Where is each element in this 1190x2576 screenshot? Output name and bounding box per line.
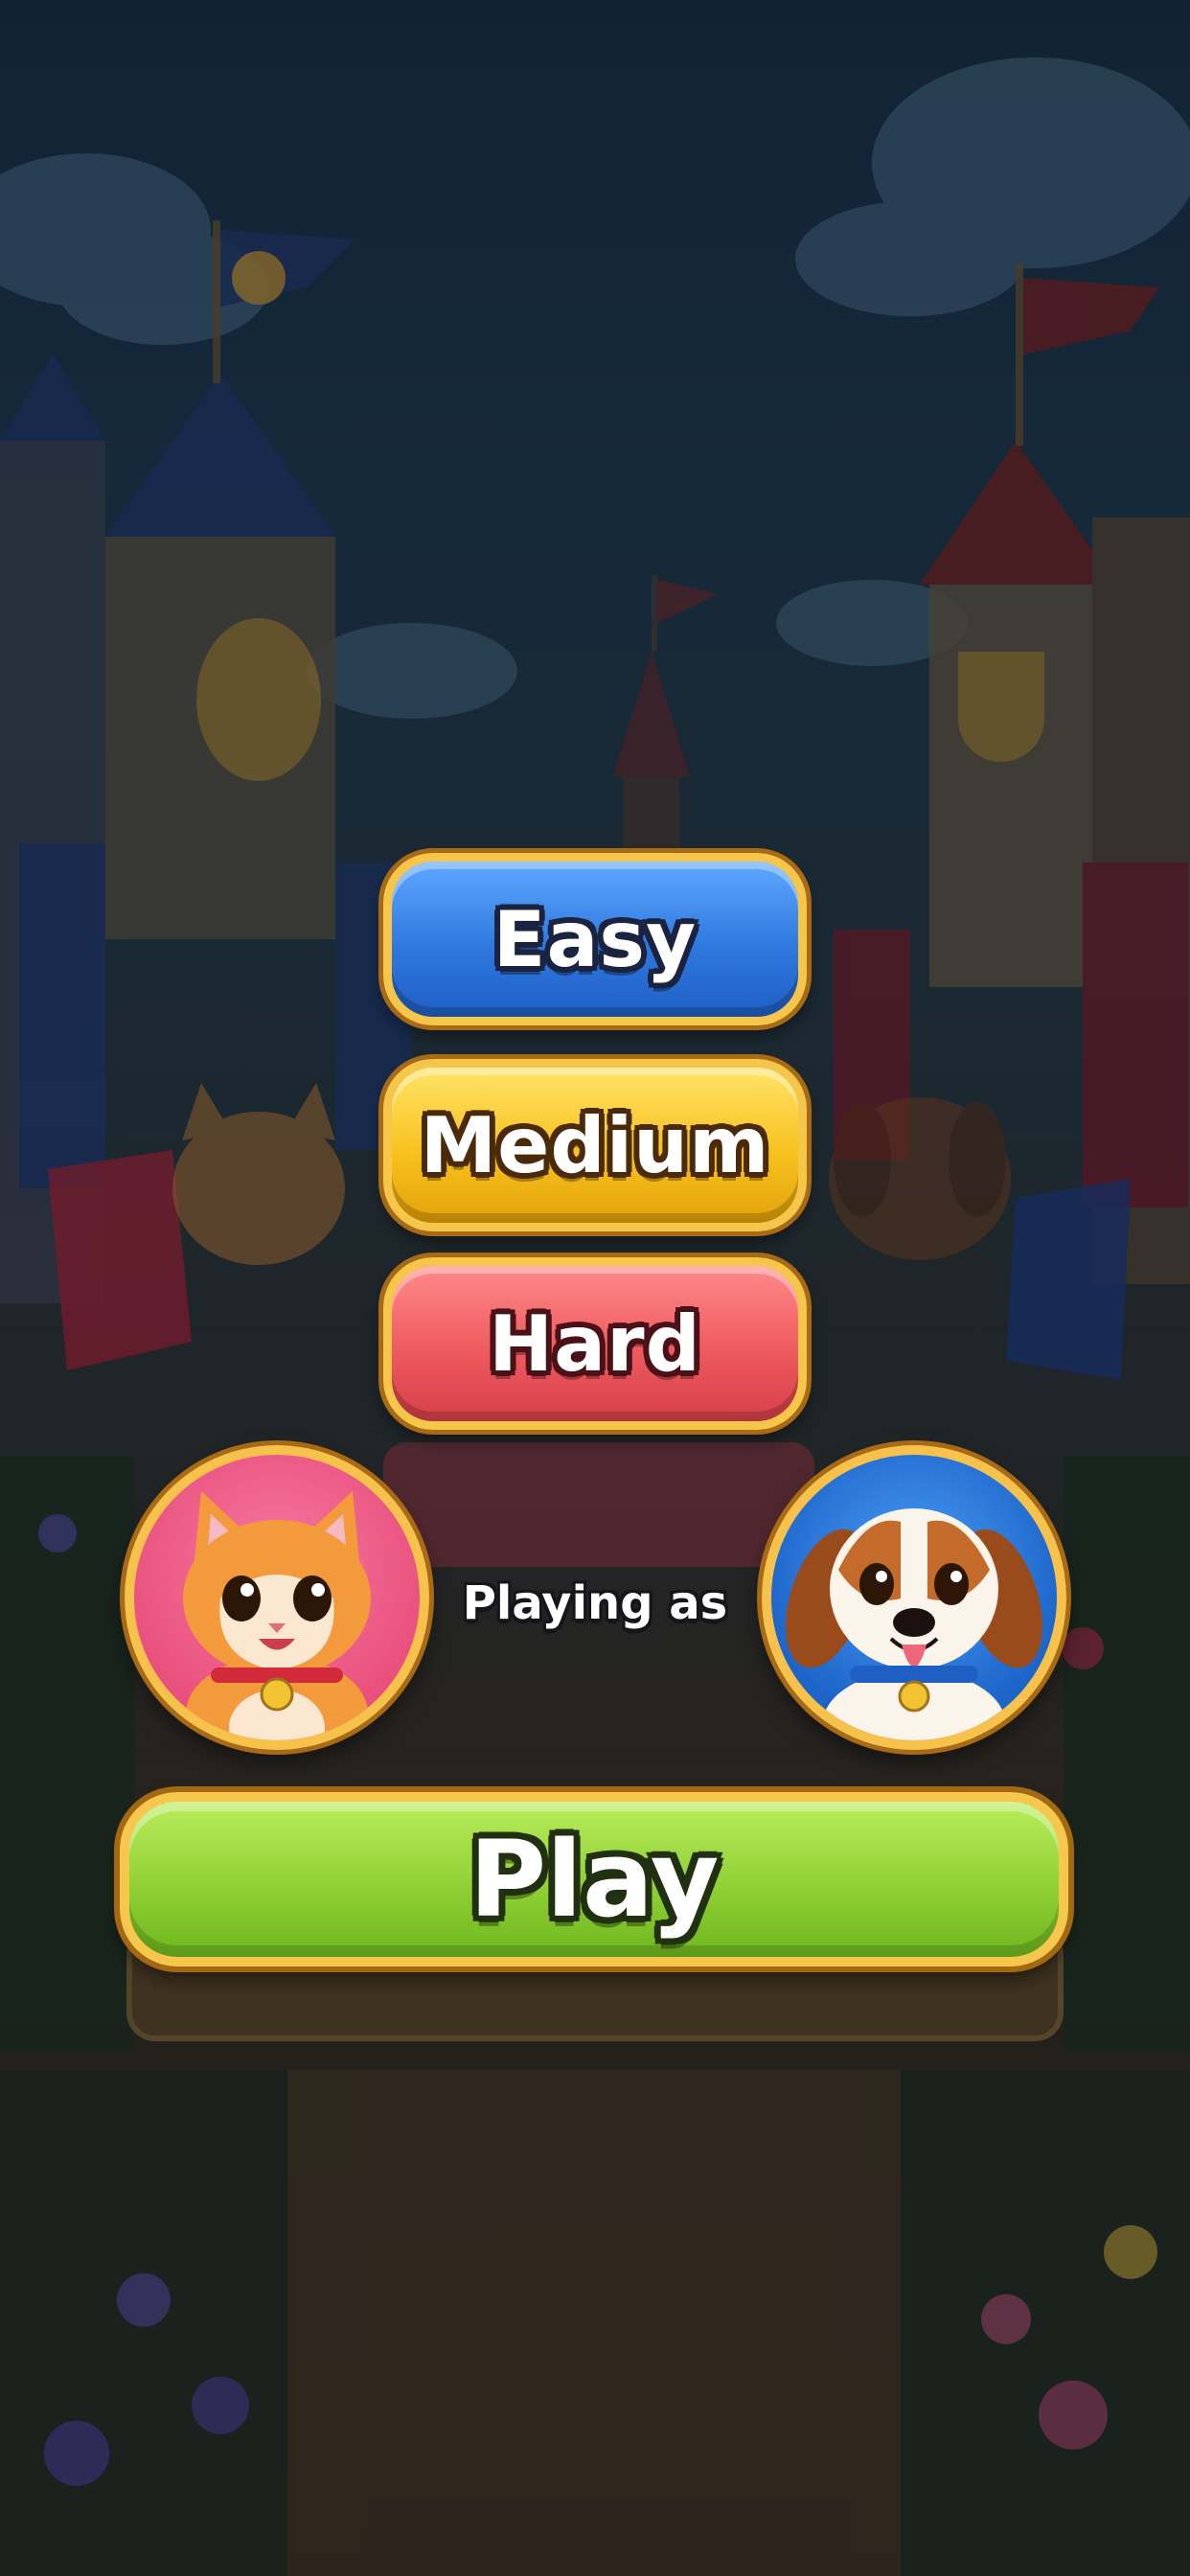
dog-avatar-button[interactable] [762,1445,1066,1750]
medium-button-label: Medium [420,1100,770,1190]
cat-avatar-button[interactable] [125,1445,429,1750]
playing-as-label: Playing as [462,1576,728,1630]
easy-button[interactable]: Easy [383,853,807,1025]
hard-button-label: Hard [489,1299,701,1389]
play-button[interactable]: Play [120,1792,1068,1966]
cat-icon [183,1491,371,1740]
dog-icon [786,1508,1042,1740]
logo-ribbon [383,1442,814,1567]
difficulty-select-screen: Easy Medium Hard Playing as Play [0,0,1190,2576]
medium-button[interactable]: Medium [383,1059,807,1231]
hard-button[interactable]: Hard [383,1257,807,1430]
easy-button-label: Easy [492,894,698,984]
play-button-label: Play [469,1818,720,1941]
